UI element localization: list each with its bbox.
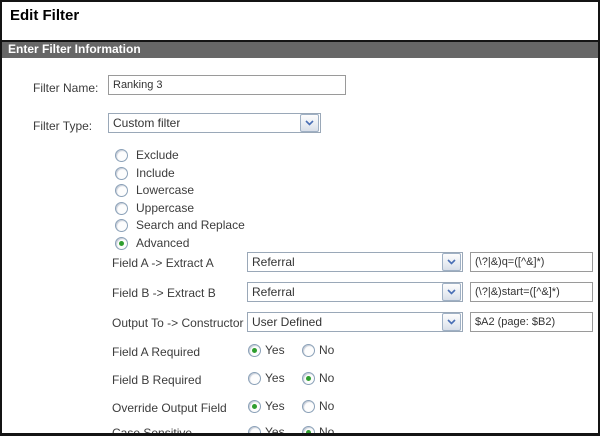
radio-icon[interactable] <box>302 344 315 357</box>
radio-label: Search and Replace <box>136 218 245 232</box>
no-label: No <box>319 343 334 357</box>
filter-option-include[interactable]: Include <box>115 166 175 180</box>
output-to-select[interactable]: User Defined <box>247 312 463 332</box>
radio-label: Exclude <box>136 148 179 162</box>
field-a-selected-value: Referral <box>252 255 295 269</box>
field-a-extract-label: Field A -> Extract A <box>112 256 214 270</box>
chevron-down-icon <box>300 114 319 132</box>
section-header-label: Enter Filter Information <box>8 42 141 56</box>
filter-type-label: Filter Type: <box>33 119 92 133</box>
radio-label: Uppercase <box>136 201 194 215</box>
section-header: Enter Filter Information <box>2 40 598 58</box>
radio-icon[interactable] <box>115 149 128 162</box>
output-to-selected-value: User Defined <box>252 315 322 329</box>
radio-icon-selected[interactable] <box>248 400 261 413</box>
radio-icon[interactable] <box>248 372 261 385</box>
filter-type-select[interactable]: Custom filter <box>108 113 321 133</box>
no-label: No <box>319 425 334 436</box>
yes-label: Yes <box>265 371 285 385</box>
case-sensitive-label: Case Sensitive <box>112 426 192 436</box>
radio-label: Advanced <box>136 236 189 250</box>
radio-icon[interactable] <box>115 219 128 232</box>
field-b-selected-value: Referral <box>252 285 295 299</box>
field-b-required-no[interactable]: No <box>302 371 334 385</box>
case-sensitive-yes[interactable]: Yes <box>248 425 285 436</box>
radio-icon-selected[interactable] <box>248 344 261 357</box>
filter-option-advanced[interactable]: Advanced <box>115 236 189 250</box>
field-a-pattern-input[interactable] <box>470 252 593 272</box>
field-a-required-label: Field A Required <box>112 345 200 359</box>
radio-icon[interactable] <box>115 167 128 180</box>
radio-icon[interactable] <box>248 426 261 436</box>
field-b-required-yes[interactable]: Yes <box>248 371 285 385</box>
radio-label: Include <box>136 166 175 180</box>
field-b-select[interactable]: Referral <box>247 282 463 302</box>
yes-label: Yes <box>265 399 285 413</box>
filter-option-search-and-replace[interactable]: Search and Replace <box>115 218 245 232</box>
no-label: No <box>319 371 334 385</box>
edit-filter-page: Edit Filter Enter Filter Information Fil… <box>0 0 600 436</box>
field-b-pattern-input[interactable] <box>470 282 593 302</box>
override-output-yes[interactable]: Yes <box>248 399 285 413</box>
radio-label: Lowercase <box>136 183 194 197</box>
filter-name-input[interactable] <box>108 75 346 95</box>
yes-label: Yes <box>265 343 285 357</box>
field-a-required-yes[interactable]: Yes <box>248 343 285 357</box>
override-output-label: Override Output Field <box>112 401 227 415</box>
chevron-down-icon <box>442 283 461 301</box>
chevron-down-icon <box>442 253 461 271</box>
field-b-required-label: Field B Required <box>112 373 201 387</box>
constructor-input[interactable] <box>470 312 593 332</box>
radio-icon[interactable] <box>302 400 315 413</box>
field-a-required-no[interactable]: No <box>302 343 334 357</box>
radio-icon-selected[interactable] <box>302 372 315 385</box>
filter-option-lowercase[interactable]: Lowercase <box>115 183 194 197</box>
output-to-label: Output To -> Constructor <box>112 316 244 330</box>
radio-icon-selected[interactable] <box>302 426 315 436</box>
no-label: No <box>319 399 334 413</box>
field-b-extract-label: Field B -> Extract B <box>112 286 216 300</box>
page-title: Edit Filter <box>10 7 79 24</box>
field-a-select[interactable]: Referral <box>247 252 463 272</box>
override-output-no[interactable]: No <box>302 399 334 413</box>
radio-icon[interactable] <box>115 184 128 197</box>
filter-option-uppercase[interactable]: Uppercase <box>115 201 194 215</box>
radio-icon-selected[interactable] <box>115 237 128 250</box>
filter-name-label: Filter Name: <box>33 81 98 95</box>
chevron-down-icon <box>442 313 461 331</box>
radio-icon[interactable] <box>115 202 128 215</box>
yes-label: Yes <box>265 425 285 436</box>
filter-type-selected-value: Custom filter <box>113 116 180 130</box>
filter-option-exclude[interactable]: Exclude <box>115 148 179 162</box>
case-sensitive-no[interactable]: No <box>302 425 334 436</box>
